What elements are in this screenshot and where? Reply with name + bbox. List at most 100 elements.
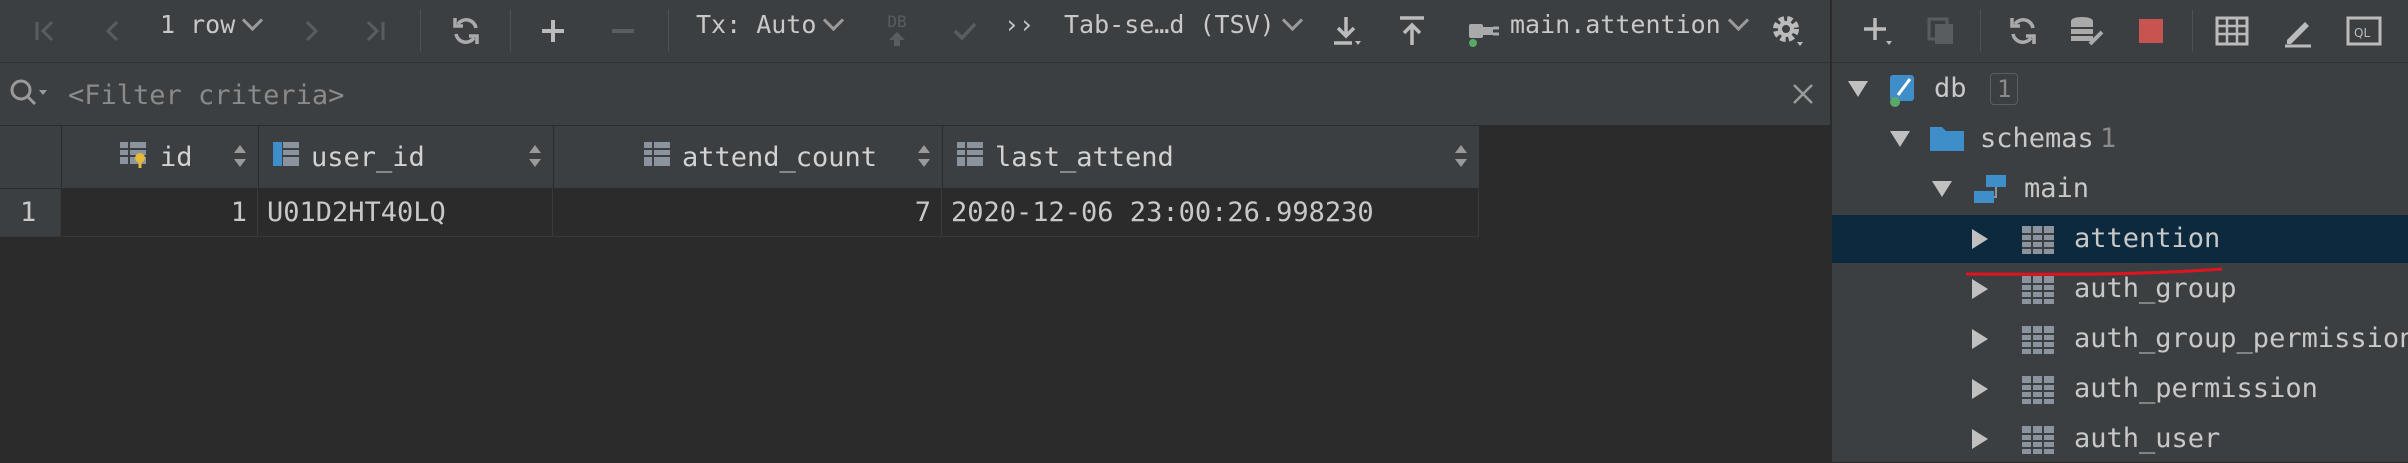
database-icon <box>1886 71 1922 116</box>
column-name: last_attend <box>995 141 1174 173</box>
table-view-icon[interactable] <box>2206 0 2258 62</box>
filter-criteria-input[interactable] <box>66 73 1750 117</box>
download-export-icon[interactable] <box>1320 0 1372 62</box>
last-page-icon[interactable] <box>350 0 400 62</box>
column-icon <box>640 139 674 176</box>
transaction-mode-label: Tx: Auto <box>696 9 817 39</box>
search-icon[interactable] <box>8 77 52 111</box>
column-icon <box>269 139 303 176</box>
table-icon <box>2020 424 2056 463</box>
duplicate-icon[interactable] <box>1916 0 1966 62</box>
toolbar-divider <box>420 10 421 52</box>
filter-bar <box>0 63 1830 126</box>
transaction-mode-dropdown[interactable]: Tx: Auto <box>696 0 845 48</box>
current-table-dropdown[interactable]: main.attention <box>1510 0 1749 48</box>
tree-node-table-auth-group-permissions[interactable]: auth_group_permissions <box>1832 315 2408 363</box>
tree-node-db[interactable]: db 1 <box>1832 65 2408 113</box>
more-actions-button[interactable]: ›› <box>1004 0 1034 48</box>
expand-arrow-icon[interactable] <box>1972 329 1988 349</box>
collapse-arrow-icon[interactable] <box>1890 131 1910 147</box>
chevron-down-icon <box>1281 9 1303 31</box>
next-page-icon[interactable] <box>286 0 336 62</box>
delete-row-icon[interactable] <box>598 0 648 62</box>
cell-last-attend[interactable]: 2020-12-06 23:00:26.998230 <box>943 189 1479 237</box>
table-plug-icon <box>1462 0 1508 62</box>
collapse-arrow-icon[interactable] <box>1932 181 1952 197</box>
table-name: auth_permission <box>2074 373 2318 404</box>
chevron-down-icon <box>1727 9 1749 31</box>
tree-node-label: schemas <box>1980 123 2094 154</box>
tree-node-table-attention[interactable]: attention <box>1832 215 2408 263</box>
edit-pencil-icon[interactable] <box>2272 0 2324 62</box>
database-properties-icon[interactable] <box>2062 0 2112 62</box>
svg-text:QL: QL <box>2354 26 2370 40</box>
row-number[interactable]: 1 <box>0 189 61 237</box>
table-icon <box>2020 274 2056 313</box>
column-header-user-id[interactable]: user_id <box>259 126 554 188</box>
table-icon <box>2020 374 2056 413</box>
results-grid: id user_id attend_count last_attend 1 1 … <box>0 126 1480 238</box>
column-header-attend-count[interactable]: attend_count <box>554 126 943 188</box>
row-number-header <box>0 126 62 188</box>
column-name: id <box>160 141 193 173</box>
current-table-label: main.attention <box>1510 9 1721 39</box>
data-toolbar: 1 row Tx: Auto DB ›› Tab-se…d (TSV) main… <box>0 0 1830 63</box>
db-badge-label: DB <box>887 12 907 31</box>
gear-icon[interactable] <box>1760 0 1816 62</box>
export-format-dropdown[interactable]: Tab-se…d (TSV) <box>1064 0 1303 48</box>
toolbar-divider <box>1980 10 1981 52</box>
tree-node-table-auth-user[interactable]: auth_user <box>1832 415 2408 462</box>
refresh-icon[interactable] <box>1998 0 2048 62</box>
expand-arrow-icon[interactable] <box>1972 379 1988 399</box>
expand-arrow-icon[interactable] <box>1972 279 1988 299</box>
cell-user-id[interactable]: U01D2HT40LQ <box>259 189 553 237</box>
chevron-down-icon <box>823 9 845 31</box>
collapse-arrow-icon[interactable] <box>1848 81 1868 97</box>
column-name: attend_count <box>682 141 878 173</box>
toolbar-divider <box>2192 10 2193 52</box>
stop-icon[interactable] <box>2126 0 2176 62</box>
export-format-label: Tab-se…d (TSV) <box>1064 9 1275 39</box>
schema-icon <box>1972 173 2010 214</box>
column-name: user_id <box>311 141 425 173</box>
tree-node-label: db <box>1934 73 1967 104</box>
close-icon[interactable] <box>1786 77 1820 111</box>
first-page-icon[interactable] <box>20 0 70 62</box>
upload-import-icon[interactable] <box>1386 0 1438 62</box>
tree-node-main-schema[interactable]: main <box>1832 165 2408 213</box>
table-name: auth_user <box>2074 423 2221 454</box>
refresh-icon[interactable] <box>440 0 492 62</box>
add-row-icon[interactable] <box>528 0 578 62</box>
previous-page-icon[interactable] <box>88 0 138 62</box>
chevron-down-icon <box>242 9 264 31</box>
expand-arrow-icon[interactable] <box>1972 229 1988 249</box>
row-count-dropdown[interactable]: 1 row <box>160 0 264 48</box>
column-header-last-attend[interactable]: last_attend <box>943 126 1480 188</box>
table-name: auth_group <box>2074 273 2237 304</box>
folder-icon <box>1928 123 1966 160</box>
toolbar-divider <box>668 10 669 52</box>
db-count-badge: 1 <box>1990 73 2019 105</box>
tree-node-table-auth-permission[interactable]: auth_permission <box>1832 365 2408 413</box>
add-icon[interactable] <box>1852 0 1902 62</box>
explorer-toolbar: QL <box>1832 0 2408 63</box>
submit-db-icon[interactable]: DB <box>872 0 922 62</box>
table-icon <box>2020 324 2056 363</box>
table-name: auth_group_permissions <box>2074 323 2408 354</box>
toolbar-divider <box>510 10 511 52</box>
commit-check-icon[interactable] <box>940 0 990 62</box>
cell-attend-count[interactable]: 7 <box>554 189 942 237</box>
tree-node-schemas[interactable]: schemas 1 <box>1832 115 2408 163</box>
query-console-icon[interactable]: QL <box>2338 0 2390 62</box>
column-header-id[interactable]: id <box>62 126 259 188</box>
column-icon <box>953 139 987 176</box>
tree-node-label: main <box>2024 173 2090 204</box>
cell-id[interactable]: 1 <box>62 189 258 237</box>
schema-count: 1 <box>2100 123 2117 154</box>
tree-node-table-auth-group[interactable]: auth_group <box>1832 265 2408 313</box>
more-actions-label: ›› <box>1004 9 1035 39</box>
table-name: attention <box>2074 223 2221 254</box>
primary-key-icon <box>118 139 152 176</box>
row-count-label: 1 row <box>160 9 236 39</box>
expand-arrow-icon[interactable] <box>1972 429 1988 449</box>
